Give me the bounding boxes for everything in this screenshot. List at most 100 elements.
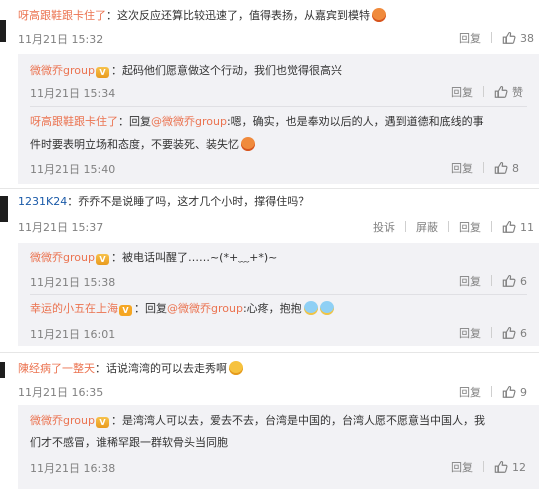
comment-actions: 回复 38 xyxy=(459,30,534,46)
like-count: 6 xyxy=(520,327,527,340)
like-count: 11 xyxy=(520,221,534,234)
reply-actions: 回复 6 xyxy=(459,273,527,289)
reply-row: 微微乔group V ：起码他们愿意做这个行动，我们也觉得很高兴 xyxy=(30,61,342,81)
comment-row: 陳经病了一整天：话说湾湾的可以去走秀啊 xyxy=(18,359,243,379)
timestamp: 11月21日 15:38 xyxy=(30,276,116,289)
reply-button[interactable]: 回复 xyxy=(451,162,473,175)
like-button[interactable]: 赞 xyxy=(494,86,523,99)
divider xyxy=(30,106,527,107)
like-count: 38 xyxy=(520,32,534,45)
username-link[interactable]: 微微乔group xyxy=(30,64,95,77)
like-button[interactable]: 8 xyxy=(494,162,519,175)
comment-text: ：乔乔不是说睡了吗，这才几个小时，撑得住吗？ xyxy=(67,195,310,208)
reply-button[interactable]: 回复 xyxy=(459,327,481,340)
block-button[interactable]: 屏蔽 xyxy=(416,221,438,234)
like-button[interactable]: 12 xyxy=(494,461,526,474)
reply-text: ：被电话叫醒了……~(*+﹏+*)~ xyxy=(110,251,278,264)
like-label: 赞 xyxy=(512,86,523,99)
timestamp: 11月21日 15:34 xyxy=(30,87,116,100)
comment-row: 呀高跟鞋跟卡住了：这次反应还算比较迅速了，值得表扬，从嘉宾到模特 xyxy=(18,6,386,26)
reply-actions: 回复 12 xyxy=(451,459,526,475)
timestamp: 11月21日 16:38 xyxy=(30,462,116,475)
avatar[interactable] xyxy=(0,196,8,222)
mention-link[interactable]: @微微乔group xyxy=(167,302,243,315)
like-count: 9 xyxy=(520,386,527,399)
timestamp: 11月21日 15:40 xyxy=(30,163,116,176)
thumbs-up-icon xyxy=(494,85,508,99)
member-badge-icon: V xyxy=(119,305,132,316)
username-link[interactable]: 微微乔group xyxy=(30,414,95,427)
avatar[interactable] xyxy=(0,20,6,42)
timestamp: 11月21日 15:37 xyxy=(18,221,104,234)
reply-row: 幸运的小五在上海 V ：回复@微微乔group:心疼，抱抱 xyxy=(30,299,334,319)
thumbs-up-icon xyxy=(494,460,508,474)
divider xyxy=(491,386,492,397)
like-count: 8 xyxy=(512,162,519,175)
timestamp: 11月21日 16:35 xyxy=(18,386,104,399)
reply-actions: 回复 6 xyxy=(459,325,527,341)
username-link[interactable]: 呀高跟鞋跟卡住了 xyxy=(30,115,118,128)
reply-text: ：起码他们愿意做这个行动，我们也觉得很高兴 xyxy=(110,64,342,77)
reply-prefix: ：回复 xyxy=(118,115,151,128)
member-badge-icon: V xyxy=(95,254,109,265)
divider xyxy=(491,275,492,286)
thumbs-up-icon xyxy=(502,220,516,234)
like-count: 12 xyxy=(512,461,526,474)
reply-button[interactable]: 回复 xyxy=(459,275,481,288)
mention-link[interactable]: @微微乔group xyxy=(151,115,227,128)
reply-actions: 回复 8 xyxy=(451,160,519,176)
like-button[interactable]: 6 xyxy=(502,327,527,340)
hug-emoji-icon xyxy=(319,301,334,315)
divider xyxy=(0,352,539,353)
comment-text: ：这次反应还算比较迅速了，值得表扬，从嘉宾到模特 xyxy=(106,9,370,22)
thumbs-up-icon xyxy=(494,161,508,175)
reply-prefix: ：回复 xyxy=(134,302,167,315)
reply-button[interactable]: 回复 xyxy=(459,32,481,45)
smiley-emoji-icon xyxy=(241,137,255,151)
thumbs-up-icon xyxy=(502,31,516,45)
username-link[interactable]: 陳经病了一整天 xyxy=(18,362,95,375)
comment-text: ：话说湾湾的可以去走秀啊 xyxy=(95,362,227,375)
divider xyxy=(483,162,484,173)
reply-button[interactable]: 回复 xyxy=(451,461,473,474)
reply-row-cont: 件时要表明立场和态度，不要装死、装失忆 xyxy=(30,135,255,155)
like-count: 6 xyxy=(520,275,527,288)
reply-button[interactable]: 回复 xyxy=(459,221,481,234)
divider xyxy=(491,32,492,43)
reply-text: 件时要表明立场和态度，不要装死、装失忆 xyxy=(30,138,239,151)
like-button[interactable]: 11 xyxy=(502,221,534,234)
avatar[interactable] xyxy=(0,362,5,378)
comment-actions: 回复 9 xyxy=(459,384,527,400)
member-badge-icon: V xyxy=(95,417,109,428)
smiley-emoji-icon xyxy=(229,361,243,375)
divider xyxy=(483,86,484,97)
username-link[interactable]: 幸运的小五在上海 xyxy=(30,302,118,315)
reply-text: ：是湾湾人可以去，爱去不去，台湾是中国的，台湾人愿不愿意当中国人，我 xyxy=(110,414,485,427)
reply-text: :嗯，确实，也是奉劝以后的人，遇到道德和底线的事 xyxy=(226,115,484,128)
timestamp: 11月21日 16:01 xyxy=(30,328,116,341)
reply-text: :心疼，抱抱 xyxy=(242,302,302,315)
username-link[interactable]: 呀高跟鞋跟卡住了 xyxy=(18,9,106,22)
like-button[interactable]: 6 xyxy=(502,275,527,288)
thumbs-up-icon xyxy=(502,385,516,399)
username-link[interactable]: 1231K24 xyxy=(18,195,67,208)
reply-text: 们才不感冒，谁稀罕跟一群软骨头当同胞 xyxy=(30,436,228,449)
reply-button[interactable]: 回复 xyxy=(459,386,481,399)
divider xyxy=(483,461,484,472)
reply-actions: 回复 赞 xyxy=(451,84,523,100)
thumbs-up-icon xyxy=(502,326,516,340)
username-link[interactable]: 微微乔group xyxy=(30,251,95,264)
divider xyxy=(405,221,406,232)
reply-row-cont: 们才不感冒，谁稀罕跟一群软骨头当同胞 xyxy=(30,433,228,453)
reply-button[interactable]: 回复 xyxy=(451,86,473,99)
hug-emoji-icon xyxy=(303,301,318,315)
divider xyxy=(0,188,539,189)
divider xyxy=(491,327,492,338)
like-button[interactable]: 38 xyxy=(502,32,534,45)
divider xyxy=(30,294,527,295)
divider xyxy=(491,221,492,232)
smiley-emoji-icon xyxy=(372,8,386,22)
report-button[interactable]: 投诉 xyxy=(373,221,395,234)
like-button[interactable]: 9 xyxy=(502,386,527,399)
divider xyxy=(448,221,449,232)
